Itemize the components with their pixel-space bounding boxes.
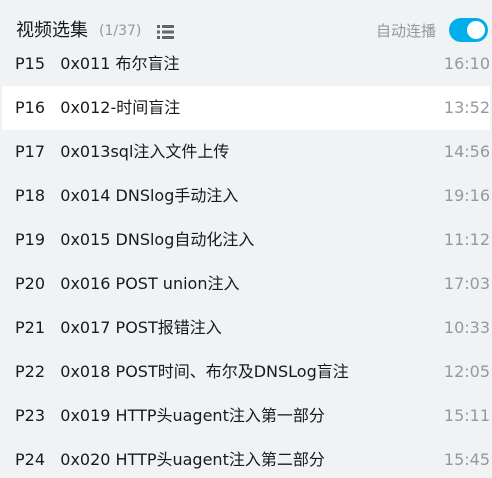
episode-title: P24 0x020 HTTP头uagent注入第二部分 [15,450,325,469]
episode-item[interactable]: P19 0x015 DNSlog自动化注入 11:12 [2,218,490,262]
episode-count: (1/37) [99,23,142,39]
episode-duration: 19:16 [443,186,490,205]
episode-item[interactable]: P16 0x012-时间盲注 13:52 [2,86,490,130]
episode-duration: 11:12 [443,230,490,249]
episode-item[interactable]: P21 0x017 POST报错注入 10:33 [2,306,490,350]
episode-title: P23 0x019 HTTP头uagent注入第一部分 [15,406,325,425]
autoplay-label: 自动连播 [376,22,437,40]
episode-item[interactable]: P22 0x018 POST时间、布尔及DNSLog盲注 12:05 [2,350,490,394]
episode-title: P20 0x016 POST union注入 [15,274,240,293]
episode-title: P17 0x013sql注入文件上传 [15,142,230,161]
episode-title: P21 0x017 POST报错注入 [15,318,222,337]
episode-duration: 16:10 [443,54,490,73]
episode-title: P16 0x012-时间盲注 [15,98,181,117]
autoplay-toggle[interactable] [449,18,488,42]
episode-item[interactable]: P20 0x016 POST union注入 17:03 [2,262,490,306]
episode-duration: 12:05 [443,362,490,381]
episode-item[interactable]: P18 0x014 DNSlog手动注入 19:16 [2,174,490,218]
episode-item[interactable]: P17 0x013sql注入文件上传 14:56 [2,130,490,174]
episode-duration: 15:45 [443,450,490,469]
episode-item[interactable]: P15 0x011 布尔盲注 16:10 [2,42,490,86]
episode-list-panel: 视频选集 (1/37) 自动连播 P15 0x011 布尔盲注 16:10 P16 … [0,0,492,478]
section-title: 视频选集 [16,20,88,41]
list-view-icon[interactable] [157,24,174,39]
episode-title: P18 0x014 DNSlog手动注入 [15,186,239,205]
episode-item[interactable]: P23 0x019 HTTP头uagent注入第一部分 15:11 [2,394,490,438]
toggle-knob [467,21,485,39]
episode-title: P19 0x015 DNSlog自动化注入 [15,230,255,249]
episode-list: P15 0x011 布尔盲注 16:10 P16 0x012-时间盲注 13:52 P1… [0,42,492,478]
episode-title: P22 0x018 POST时间、布尔及DNSLog盲注 [15,362,349,381]
episode-title: P15 0x011 布尔盲注 [15,54,180,73]
episode-duration: 13:52 [443,98,490,117]
episode-duration: 15:11 [443,406,490,425]
episode-duration: 10:33 [443,318,490,337]
episode-duration: 14:56 [443,142,490,161]
episode-duration: 17:03 [443,274,490,293]
episode-item[interactable]: P24 0x020 HTTP头uagent注入第二部分 15:45 [2,438,490,478]
